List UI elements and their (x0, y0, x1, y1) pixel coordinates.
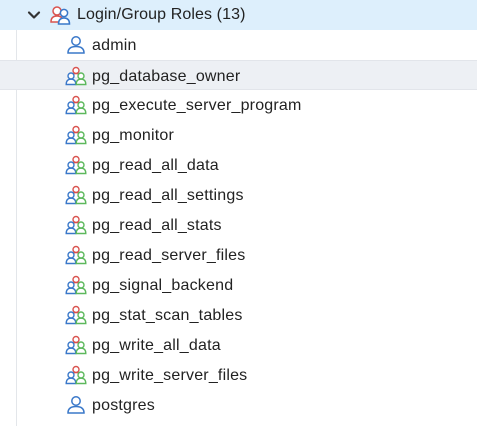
role-item[interactable]: postgres (0, 390, 477, 420)
group-role-icon (65, 335, 87, 355)
role-label: pg_read_all_data (92, 157, 219, 174)
role-item[interactable]: pg_write_all_data (0, 330, 477, 360)
role-item[interactable]: pg_read_all_settings (0, 180, 477, 210)
chevron-down-icon[interactable] (27, 8, 41, 22)
login-group-roles-label: Login/Group Roles (13) (77, 6, 246, 23)
role-label: pg_read_server_files (92, 247, 246, 264)
role-item[interactable]: pg_database_owner (0, 60, 477, 90)
group-role-icon (65, 155, 87, 175)
login-group-roles-icon (50, 6, 71, 25)
group-role-icon (65, 365, 87, 385)
login-group-roles-node[interactable]: Login/Group Roles (13) (0, 0, 477, 30)
role-item[interactable]: admin (0, 30, 477, 60)
role-item[interactable]: pg_read_server_files (0, 240, 477, 270)
role-label: pg_write_server_files (92, 367, 248, 384)
login-role-icon (65, 395, 87, 415)
role-label: pg_execute_server_program (92, 97, 302, 114)
object-browser-tree: Login/Group Roles (13) admin pg_database_… (0, 0, 477, 426)
role-label: pg_stat_scan_tables (92, 307, 243, 324)
role-item[interactable]: pg_write_server_files (0, 360, 477, 390)
role-item[interactable]: pg_execute_server_program (0, 90, 477, 120)
role-label: pg_monitor (92, 127, 175, 144)
role-label: pg_read_all_stats (92, 217, 222, 234)
group-role-icon (65, 125, 87, 145)
role-label: admin (92, 37, 137, 54)
role-item[interactable]: pg_read_all_data (0, 150, 477, 180)
role-item[interactable]: pg_stat_scan_tables (0, 300, 477, 330)
group-role-icon (65, 95, 87, 115)
group-role-icon (65, 215, 87, 235)
role-item[interactable]: pg_signal_backend (0, 270, 477, 300)
group-role-icon (65, 275, 87, 295)
group-role-icon (65, 66, 87, 86)
group-role-icon (65, 245, 87, 265)
login-role-icon (65, 35, 87, 55)
role-item[interactable]: pg_monitor (0, 120, 477, 150)
group-role-icon (65, 185, 87, 205)
role-label: pg_database_owner (92, 68, 241, 85)
group-role-icon (65, 305, 87, 325)
role-label: postgres (92, 397, 155, 414)
role-label: pg_signal_backend (92, 277, 234, 294)
role-item[interactable]: pg_read_all_stats (0, 210, 477, 240)
role-label: pg_write_all_data (92, 337, 221, 354)
role-label: pg_read_all_settings (92, 187, 244, 204)
